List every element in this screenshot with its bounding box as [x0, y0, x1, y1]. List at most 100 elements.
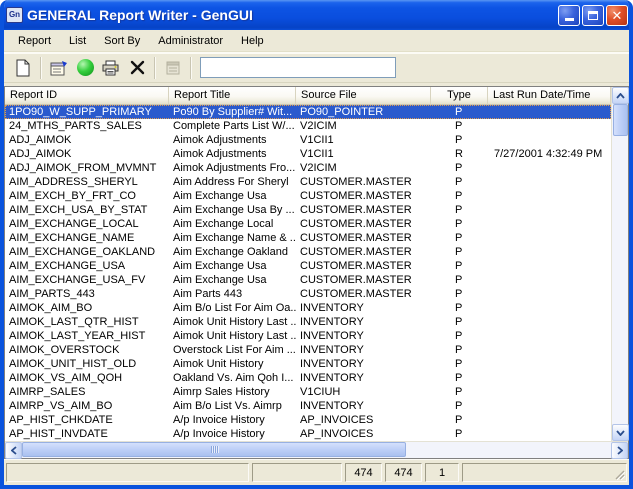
cell-source-file: V1CII1 [296, 133, 431, 147]
menu-sort-by[interactable]: Sort By [98, 32, 146, 50]
cell-source-file: INVENTORY [296, 399, 431, 413]
cell-type: P [431, 329, 488, 343]
table-row[interactable]: ADJ_AIMOKAimok AdjustmentsV1CII1P [5, 133, 611, 147]
table-row[interactable]: AIMOK_VS_AIM_QOHOakland Vs. Aim Qoh I...… [5, 371, 611, 385]
cell-report-id: AIM_EXCHANGE_OAKLAND [5, 245, 169, 259]
table-body: 1PO90_W_SUPP_PRIMARYPo90 By Supplier# Wi… [5, 105, 611, 441]
table-row[interactable]: AIMOK_LAST_QTR_HISTAimok Unit History La… [5, 315, 611, 329]
column-header-source-file[interactable]: Source File [296, 87, 431, 105]
cell-report-id: AIM_EXCHANGE_LOCAL [5, 217, 169, 231]
cell-source-file: V1CII1 [296, 147, 431, 161]
table-row[interactable]: AP_HIST_INVDATEA/p Invoice HistoryAP_INV… [5, 427, 611, 441]
table-row[interactable]: AIM_EXCHANGE_NAMEAim Exchange Name & ...… [5, 231, 611, 245]
thumb-grip [215, 446, 216, 453]
delete-button[interactable] [124, 55, 150, 80]
menu-report[interactable]: Report [12, 32, 57, 50]
cell-report-title: A/p Invoice History [169, 413, 296, 427]
table-row[interactable]: AIMOK_LAST_YEAR_HISTAimok Unit History L… [5, 329, 611, 343]
cell-report-title: Aimok Adjustments [169, 147, 296, 161]
cell-report-id: AIM_EXCHANGE_NAME [5, 231, 169, 245]
run-report-button[interactable] [72, 55, 98, 80]
cell-source-file: CUSTOMER.MASTER [296, 189, 431, 203]
scroll-up-button[interactable] [612, 87, 629, 104]
chevron-left-icon [11, 446, 17, 455]
app-window: Gn GENERAL Report Writer - GenGUI ✕ Repo… [0, 0, 633, 489]
horizontal-scroll-thumb[interactable] [22, 442, 406, 457]
table-row[interactable]: AIM_EXCH_USA_BY_STATAim Exchange Usa By … [5, 203, 611, 217]
cell-report-id: AIM_EXCHANGE_USA [5, 259, 169, 273]
cell-last-run [488, 371, 611, 385]
table-row[interactable]: 24_MTHS_PARTS_SALESComplete Parts List W… [5, 119, 611, 133]
scroll-right-button[interactable] [611, 442, 628, 459]
toolbar-separator [154, 57, 156, 79]
app-icon[interactable]: Gn [6, 7, 23, 23]
table-row[interactable]: AIM_PARTS_443Aim Parts 443CUSTOMER.MASTE… [5, 287, 611, 301]
table-row[interactable]: AP_HIST_CHKDATEA/p Invoice HistoryAP_INV… [5, 413, 611, 427]
chevron-down-icon [616, 430, 625, 436]
table-row[interactable]: AIMOK_AIM_BOAim B/o List For Aim Oa...IN… [5, 301, 611, 315]
cell-type: P [431, 399, 488, 413]
cell-last-run [488, 245, 611, 259]
cell-last-run [488, 287, 611, 301]
chevron-up-icon [616, 93, 625, 99]
cell-report-title: Aimok Unit History Last ... [169, 329, 296, 343]
list-area: Report ID Report Title Source File Type … [4, 86, 629, 459]
menu-list[interactable]: List [63, 32, 92, 50]
new-report-button[interactable] [10, 55, 36, 80]
cell-report-title: Aim Exchange Oakland [169, 245, 296, 259]
cell-report-title: Aim Exchange Usa [169, 189, 296, 203]
report-search-input[interactable] [200, 57, 396, 78]
properties-button[interactable] [46, 55, 72, 80]
cell-report-id: AP_HIST_INVDATE [5, 427, 169, 441]
table-row[interactable]: AIMOK_UNIT_HIST_OLDAimok Unit HistoryINV… [5, 357, 611, 371]
cell-type: P [431, 287, 488, 301]
vertical-scroll-track[interactable] [612, 136, 628, 424]
cell-report-id: AIMOK_LAST_YEAR_HIST [5, 329, 169, 343]
table-row[interactable]: AIMOK_OVERSTOCKOverstock List For Aim ..… [5, 343, 611, 357]
table-row[interactable]: ADJ_AIMOKAimok AdjustmentsV1CII1R7/27/20… [5, 147, 611, 161]
table-row[interactable]: AIM_EXCHANGE_USA_FVAim Exchange UsaCUSTO… [5, 273, 611, 287]
view-output-button [160, 55, 186, 80]
cell-report-id: AIM_EXCH_USA_BY_STAT [5, 203, 169, 217]
window-title: GENERAL Report Writer - GenGUI [27, 7, 558, 23]
cell-last-run [488, 217, 611, 231]
table-row[interactable]: AIM_EXCHANGE_LOCALAim Exchange LocalCUST… [5, 217, 611, 231]
vertical-scroll-thumb[interactable] [613, 104, 628, 136]
cell-source-file: AP_INVOICES [296, 427, 431, 441]
horizontal-scroll-track[interactable] [406, 442, 611, 458]
cell-type: P [431, 133, 488, 147]
menu-administrator[interactable]: Administrator [152, 32, 229, 50]
column-header-type[interactable]: Type [431, 87, 488, 105]
close-button[interactable]: ✕ [606, 5, 628, 26]
cell-report-title: Aim Exchange Usa By ... [169, 203, 296, 217]
table-row[interactable]: AIM_EXCHANGE_OAKLANDAim Exchange Oakland… [5, 245, 611, 259]
green-ball-icon [77, 59, 94, 76]
scroll-down-button[interactable] [612, 424, 629, 441]
table-row[interactable]: AIM_ADDRESS_SHERYLAim Address For Sheryl… [5, 175, 611, 189]
cell-type: P [431, 413, 488, 427]
cell-last-run [488, 259, 611, 273]
print-button[interactable] [98, 55, 124, 80]
resize-grip-icon[interactable] [612, 467, 625, 480]
cell-source-file: V2ICIM [296, 119, 431, 133]
scroll-left-button[interactable] [5, 442, 22, 459]
cell-type: P [431, 301, 488, 315]
table-row[interactable]: AIMRP_SALESAimrp Sales HistoryV1CIUHP [5, 385, 611, 399]
column-header-report-id[interactable]: Report ID [5, 87, 169, 105]
maximize-button[interactable] [582, 5, 604, 26]
minimize-button[interactable] [558, 5, 580, 26]
menu-help[interactable]: Help [235, 32, 270, 50]
cell-last-run [488, 301, 611, 315]
cell-source-file: CUSTOMER.MASTER [296, 245, 431, 259]
column-header-last-run[interactable]: Last Run Date/Time [488, 87, 611, 105]
table-row[interactable]: AIM_EXCH_BY_FRT_COAim Exchange UsaCUSTOM… [5, 189, 611, 203]
cell-report-title: Aim Exchange Usa [169, 273, 296, 287]
table-row[interactable]: 1PO90_W_SUPP_PRIMARYPo90 By Supplier# Wi… [5, 105, 611, 119]
cell-report-title: Aimok Adjustments Fro... [169, 161, 296, 175]
table-row[interactable]: ADJ_AIMOK_FROM_MVMNTAimok Adjustments Fr… [5, 161, 611, 175]
table-row[interactable]: AIMRP_VS_AIM_BOAim B/o List Vs. AimrpINV… [5, 399, 611, 413]
column-header-report-title[interactable]: Report Title [169, 87, 296, 105]
table-row[interactable]: AIM_EXCHANGE_USAAim Exchange UsaCUSTOMER… [5, 259, 611, 273]
cell-source-file: AP_INVOICES [296, 413, 431, 427]
cell-last-run: 7/27/2001 4:32:49 PM [488, 147, 611, 161]
